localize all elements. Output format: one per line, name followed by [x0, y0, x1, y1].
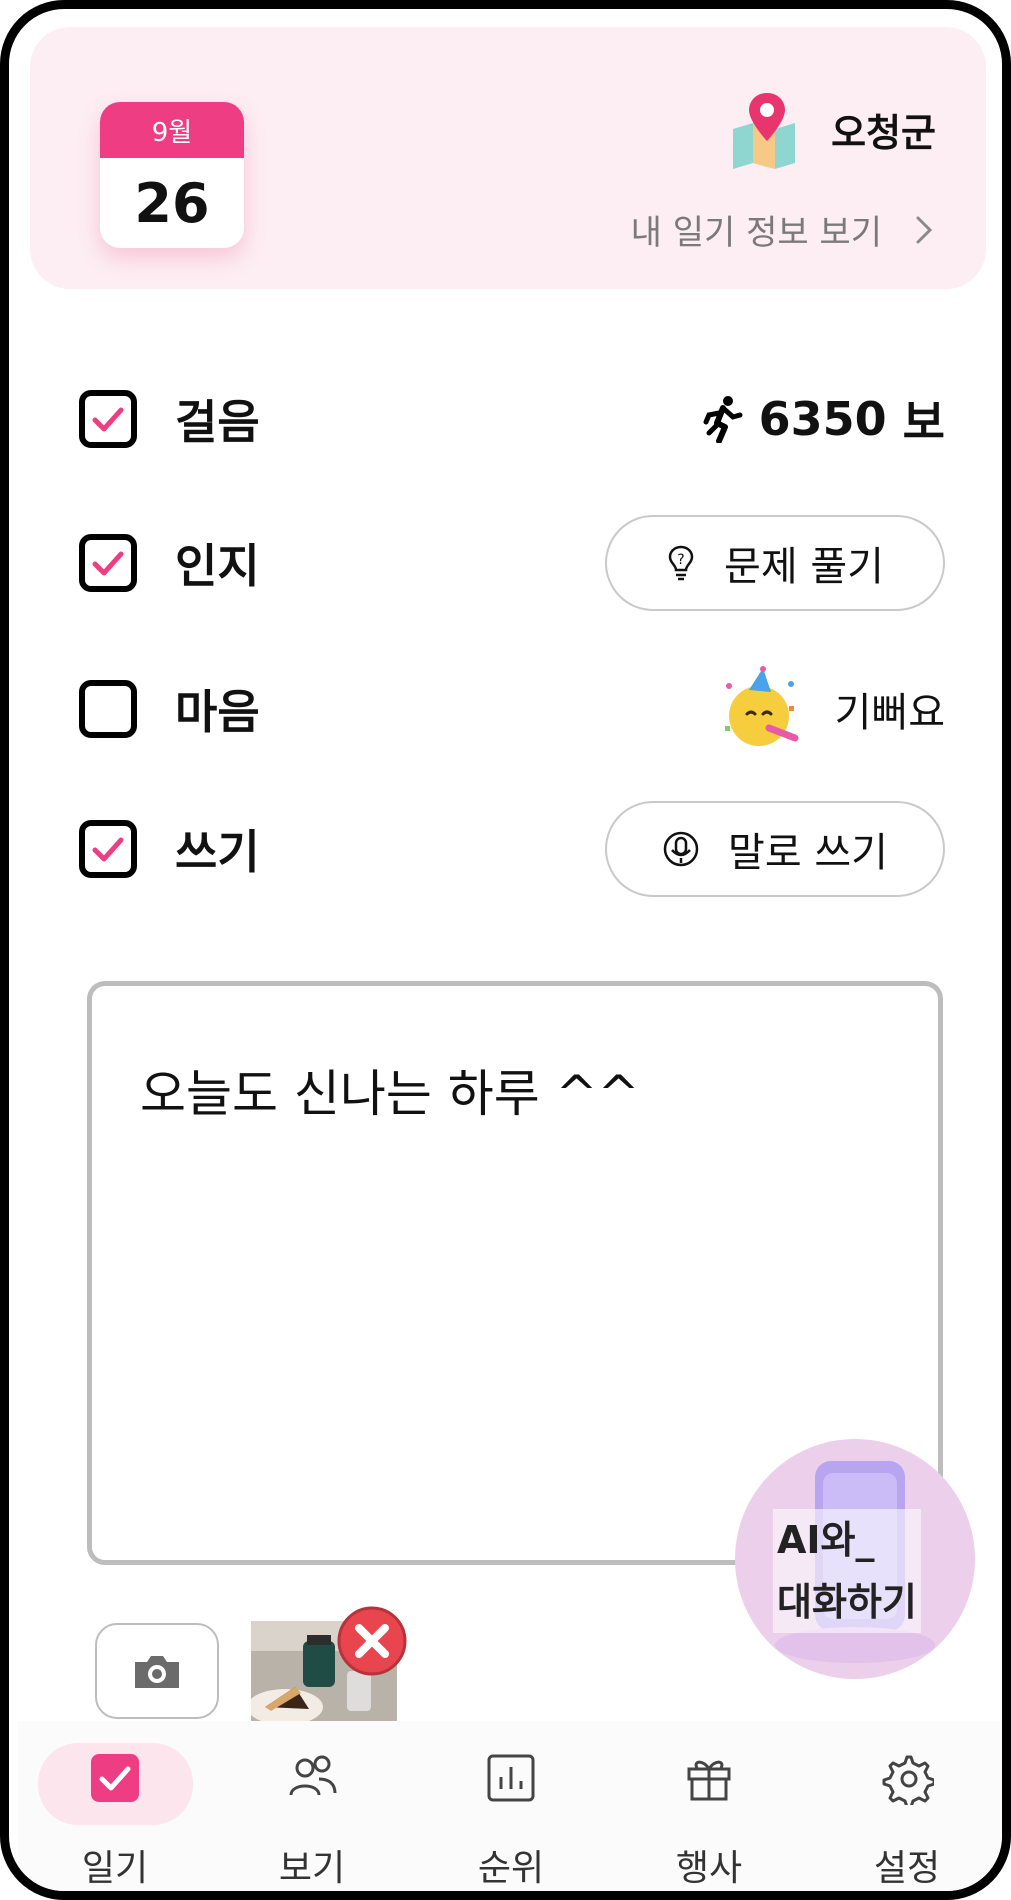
step-unit: 보 [902, 395, 945, 449]
diary-text: 오늘도 신나는 하루 ^^ [140, 1065, 640, 1123]
mood-label: 기뻐요 [834, 690, 945, 736]
nav-label-view: 보기 [278, 1848, 346, 1889]
cognition-checkbox[interactable] [79, 534, 137, 592]
ai-chat-line2: 대화하기 [773, 1571, 921, 1633]
camera-button[interactable] [95, 1623, 219, 1719]
mind-checkbox[interactable] [79, 680, 137, 738]
camera-icon [135, 1656, 179, 1688]
gift-icon [687, 1760, 731, 1801]
calendar-day: 26 [134, 171, 210, 235]
diary-info-label: 내 일기 정보 보기 [630, 213, 882, 253]
check-mark-icon [92, 837, 124, 862]
location-name: 오청군 [831, 110, 936, 155]
check-mark-icon [92, 407, 124, 432]
cognition-label: 인지 [175, 539, 260, 593]
speak-write-button[interactable]: 말로 쓰기 [605, 801, 945, 897]
nav-label-ranking: 순위 [477, 1848, 545, 1889]
party-face-icon [724, 666, 799, 746]
writing-checkbox[interactable] [79, 820, 137, 878]
chevron-right-icon [916, 216, 933, 243]
check-square-icon [91, 1754, 139, 1802]
svg-text:?: ? [677, 552, 684, 568]
map-pin-icon [733, 93, 796, 169]
ai-chat-line1: AI와_ [773, 1509, 921, 1571]
check-mark-icon [92, 551, 124, 576]
nav-label-diary: 일기 [81, 1848, 149, 1889]
nav-item-view[interactable]: 보기 [227, 1721, 397, 1891]
walk-checkbox[interactable] [79, 390, 137, 448]
ai-chat-label: AI와_ 대화하기 [773, 1509, 921, 1633]
walk-label: 걸음 [175, 395, 260, 449]
mood-indicator[interactable]: 기뻐요 [719, 666, 945, 752]
phone-frame: 9월 26 오청군 내 일기 정보 보기 걸음 6350 보 인지 ? 문제 풀… [0, 0, 1011, 1900]
date-calendar[interactable]: 9월 26 [100, 102, 244, 248]
gear-icon [882, 1755, 934, 1805]
diary-info-link[interactable]: 내 일기 정보 보기 [631, 205, 936, 254]
ai-chat-button[interactable]: AI와_ 대화하기 [735, 1439, 975, 1679]
calendar-month: 9월 [100, 102, 244, 158]
step-value: 6350 [758, 392, 887, 446]
nav-item-ranking[interactable]: 순위 [426, 1721, 596, 1891]
microphone-icon [663, 831, 699, 867]
people-icon [289, 1755, 337, 1796]
header-card: 9월 26 오청군 내 일기 정보 보기 [30, 27, 986, 289]
checklist-row-walk: 걸음 6350 보 [79, 387, 945, 451]
nav-item-diary[interactable]: 일기 [30, 1721, 200, 1891]
speak-write-label: 말로 쓰기 [728, 830, 888, 876]
checklist-row-cognition: 인지 ? 문제 풀기 [79, 515, 945, 611]
writing-label: 쓰기 [175, 825, 260, 879]
nav-label-settings: 설정 [873, 1848, 941, 1889]
checklist-row-writing: 쓰기 말로 쓰기 [79, 801, 945, 897]
nav-item-events[interactable]: 행사 [624, 1721, 794, 1891]
checklist-row-mind: 마음 기뻐요 [79, 666, 945, 746]
question-bulb-icon: ? [668, 545, 694, 581]
solve-problem-button[interactable]: ? 문제 풀기 [605, 515, 945, 611]
running-person-icon [703, 396, 743, 443]
location: 오청군 [729, 89, 936, 169]
remove-photo-icon[interactable] [335, 1604, 409, 1678]
solve-problem-label: 문제 풀기 [724, 544, 884, 590]
step-count: 6350 보 [703, 386, 945, 452]
nav-label-events: 행사 [675, 1848, 743, 1889]
nav-item-settings[interactable]: 설정 [822, 1721, 992, 1891]
bottom-navigation: 일기 보기 순위 행사 설정 [18, 1721, 1002, 1891]
mind-label: 마음 [175, 685, 260, 739]
chart-icon [487, 1754, 535, 1802]
